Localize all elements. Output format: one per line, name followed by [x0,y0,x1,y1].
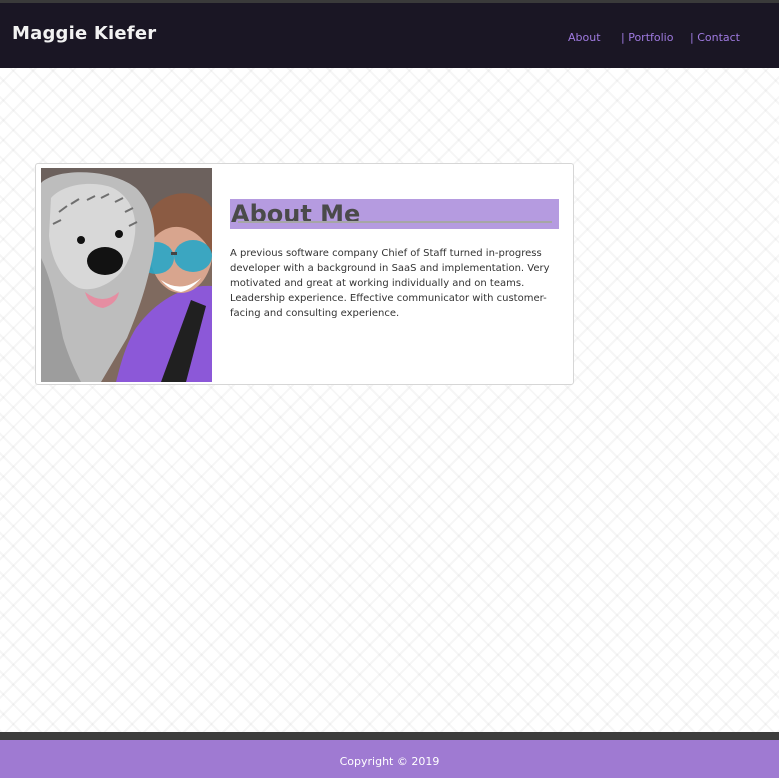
page-footer: Copyright © 2019 [0,740,779,778]
copyright-text: Copyright © 2019 [339,755,440,768]
footer-separator [0,732,779,740]
about-heading: About Me [230,198,559,229]
profile-photo [41,168,212,382]
site-brand[interactable]: Maggie Kiefer [12,23,156,44]
nav-link-about[interactable]: About [568,31,601,44]
about-card: About Me A previous software company Chi… [35,163,574,385]
nav-link-portfolio[interactable]: | Portfolio [621,31,673,44]
top-navbar: Maggie Kiefer About | Portfolio | Contac… [0,0,779,68]
about-text: A previous software company Chief of Sta… [230,248,550,319]
heading-divider [238,221,552,223]
main-content: About Me A previous software company Chi… [0,68,779,732]
nav-link-contact[interactable]: | Contact [690,31,740,44]
